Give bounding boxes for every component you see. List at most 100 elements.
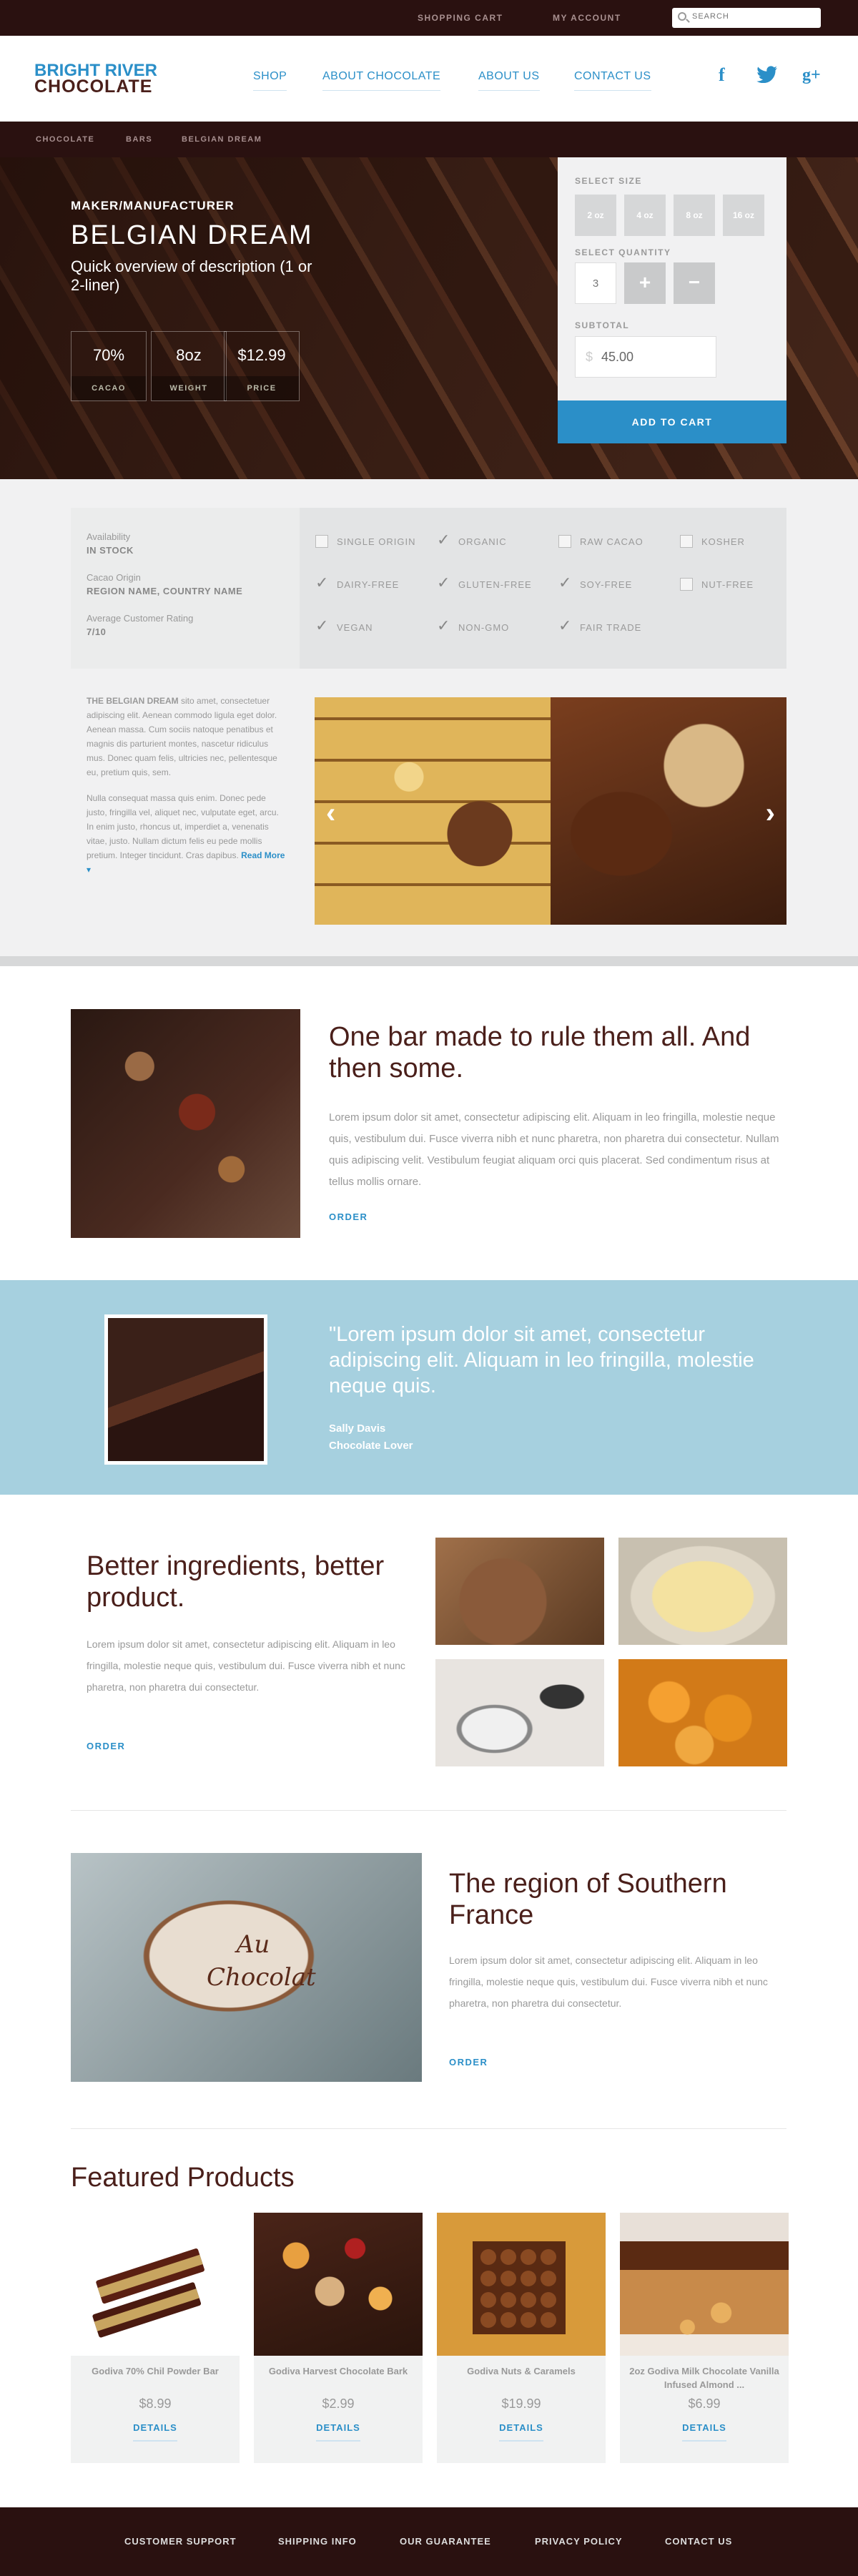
stat-weight: 8oz WEIGHT (151, 331, 227, 401)
site-footer: CUSTOMER SUPPORT SHIPPING INFO OUR GUARA… (0, 2507, 858, 2576)
attribute-organic[interactable]: ✓ ORGANIC (437, 531, 507, 549)
product-image (254, 2213, 423, 2356)
product-card[interactable]: Godiva Nuts & Caramels $19.99 DETAILS (437, 2213, 606, 2463)
section-divider (0, 956, 858, 966)
checkmark-icon: ✓ (558, 616, 573, 634)
divider (71, 1810, 786, 1811)
footer-link-contact-us[interactable]: CONTACT US (665, 2536, 732, 2547)
details-link[interactable]: DETAILS (620, 2422, 789, 2442)
nav-about-chocolate[interactable]: ABOUT CHOCOLATE (322, 70, 441, 91)
attribute-label: NON-GMO (458, 622, 510, 633)
feature-title: One bar made to rule them all. And then … (329, 1022, 751, 1083)
attribute-vegan[interactable]: ✓ VEGAN (315, 616, 373, 634)
order-link[interactable]: ORDER (87, 1741, 125, 1751)
footer-link-privacy-policy[interactable]: PRIVACY POLICY (535, 2536, 623, 2547)
footer-link-our-guarantee[interactable]: OUR GUARANTEE (400, 2536, 491, 2547)
checkbox-icon (558, 535, 571, 548)
availability-value: IN STOCK (87, 545, 134, 556)
quantity-plus-button[interactable]: + (624, 262, 666, 304)
attribute-raw-cacao[interactable]: RAW CACAO (558, 535, 644, 548)
search-input[interactable] (692, 12, 814, 21)
feature-image-sign: Au Chocolat (71, 1853, 422, 2082)
checkmark-icon: ✓ (315, 616, 330, 634)
checkmark-icon: ✓ (315, 574, 330, 591)
product-card[interactable]: 2oz Godiva Milk Chocolate Vanilla Infuse… (620, 2213, 789, 2463)
details-link[interactable]: DETAILS (437, 2422, 606, 2442)
attribute-gluten-free[interactable]: ✓ GLUTEN-FREE (437, 574, 532, 591)
checkmark-icon: ✓ (558, 574, 573, 591)
attribute-dairy-free[interactable]: ✓ DAIRY-FREE (315, 574, 400, 591)
breadcrumb-item[interactable]: CHOCOLATE (36, 135, 94, 144)
size-option-4oz[interactable]: 4 oz (624, 195, 666, 236)
search-icon (678, 12, 686, 21)
product-price: $8.99 (139, 2396, 172, 2411)
top-bar: SHOPPING CART MY ACCOUNT (0, 0, 858, 36)
origin-value: REGION NAME, COUNTRY NAME (87, 586, 243, 596)
attribute-fair-trade[interactable]: ✓ FAIR TRADE (558, 616, 641, 634)
size-option-8oz[interactable]: 8 oz (674, 195, 715, 236)
stat-label: WEIGHT (152, 376, 226, 400)
testimonial: "Lorem ipsum dolor sit amet, consectetur… (0, 1280, 858, 1495)
details-link[interactable]: DETAILS (71, 2422, 240, 2442)
author-role: Chocolate Lover (329, 1440, 413, 1452)
divider (71, 2128, 786, 2129)
feature-body: Lorem ipsum dolor sit amet, consectetur … (329, 1111, 779, 1188)
product-description: THE BELGIAN DREAM sito amet, consectetue… (87, 694, 287, 888)
product-subtitle: Quick overview of description (1 or 2-li… (71, 257, 312, 294)
size-option-2oz[interactable]: 2 oz (575, 195, 616, 236)
twitter-icon[interactable] (756, 66, 778, 88)
sign-text: Au Chocolat (207, 1930, 316, 1992)
product-image (71, 2213, 240, 2356)
order-link[interactable]: ORDER (329, 1211, 368, 1222)
facebook-icon[interactable]: f (719, 64, 725, 86)
product-price: $19.99 (501, 2396, 541, 2411)
rating-value: 7/10 (87, 626, 107, 637)
attribute-label: ORGANIC (458, 536, 507, 547)
ingredient-image-apricots (618, 1659, 787, 1766)
details-link[interactable]: DETAILS (254, 2422, 423, 2442)
feature-body: Lorem ipsum dolor sit amet, consectetur … (87, 1638, 405, 1693)
size-option-16oz[interactable]: 16 oz (723, 195, 764, 236)
product-card[interactable]: Godiva Harvest Chocolate Bark $2.99 DETA… (254, 2213, 423, 2463)
nav-contact-us[interactable]: CONTACT US (574, 70, 651, 91)
stat-label: CACAO (72, 376, 146, 400)
attribute-kosher[interactable]: KOSHER (680, 535, 745, 548)
add-to-cart-button[interactable]: ADD TO CART (558, 400, 786, 443)
description-paragraph: sito amet, consectetuer adipiscing elit.… (87, 696, 277, 777)
quantity-label: SELECT QUANTITY (575, 247, 671, 257)
stat-cacao: 70% CACAO (71, 331, 147, 401)
product-card[interactable]: Godiva 70% Chil Powder Bar $8.99 DETAILS (71, 2213, 240, 2463)
ingredient-image-cocoa (435, 1538, 604, 1645)
attribute-soy-free[interactable]: ✓ SOY-FREE (558, 574, 632, 591)
attributes-panel: Availability IN STOCK Cacao Origin REGIO… (71, 508, 786, 669)
product-title: BELGIAN DREAM (71, 220, 313, 250)
footer-link-shipping-info[interactable]: SHIPPING INFO (278, 2536, 357, 2547)
attribute-label: NUT-FREE (701, 579, 754, 590)
search-box[interactable] (672, 8, 821, 28)
footer-link-customer-support[interactable]: CUSTOMER SUPPORT (124, 2536, 237, 2547)
attribute-nut-free[interactable]: NUT-FREE (680, 578, 754, 591)
attribute-single-origin[interactable]: SINGLE ORIGIN (315, 535, 416, 548)
site-header: BRIGHT RIVER CHOCOLATE SHOP ABOUT CHOCOL… (0, 36, 858, 122)
my-account-link[interactable]: MY ACCOUNT (553, 13, 621, 23)
nav-about-us[interactable]: ABOUT US (478, 70, 540, 91)
testimonial-author: Sally Davis Chocolate Lover (329, 1420, 413, 1455)
rating-label: Average Customer Rating (87, 613, 194, 624)
featured-products-title: Featured Products (71, 2163, 295, 2193)
feature-title: The region of Southern France (449, 1869, 727, 1930)
attribute-label: DAIRY-FREE (337, 579, 400, 590)
google-plus-icon[interactable]: g+ (802, 66, 821, 85)
order-link[interactable]: ORDER (449, 2057, 488, 2068)
quantity-minus-button[interactable]: − (674, 262, 715, 304)
shopping-cart-link[interactable]: SHOPPING CART (418, 13, 503, 23)
breadcrumb-item[interactable]: BARS (126, 135, 152, 144)
quantity-input[interactable]: 3 (575, 262, 616, 304)
gallery-next-icon[interactable]: › (766, 797, 775, 830)
attribute-label: SINGLE ORIGIN (337, 536, 416, 547)
product-name: Godiva Nuts & Caramels (467, 2366, 576, 2376)
gallery-prev-icon[interactable]: ‹ (326, 797, 335, 830)
nav-shop[interactable]: SHOP (253, 70, 287, 91)
description-lead: THE BELGIAN DREAM (87, 696, 179, 706)
attribute-non-gmo[interactable]: ✓ NON-GMO (437, 616, 510, 634)
logo[interactable]: BRIGHT RIVER CHOCOLATE (34, 62, 157, 96)
